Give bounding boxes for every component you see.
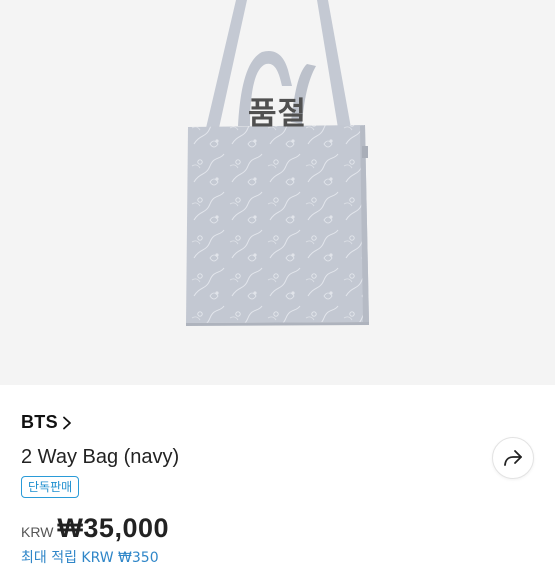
brand-link[interactable]: BTS	[21, 412, 72, 433]
product-title: 2 Way Bag (navy)	[21, 446, 180, 468]
product-price: ₩35,000	[57, 513, 169, 543]
sold-out-overlay: 품절	[247, 96, 308, 132]
price-row: KRW ₩35,000	[21, 513, 169, 544]
tote-bag-image	[186, 0, 369, 326]
chevron-right-icon	[63, 416, 71, 429]
brand-name: BTS	[21, 412, 58, 432]
max-points-text: 최대 적립 KRW ₩350	[21, 550, 159, 566]
share-icon	[504, 450, 522, 466]
currency-label: KRW	[21, 524, 54, 540]
share-button[interactable]	[492, 437, 534, 479]
product-image-area[interactable]: 품절	[0, 0, 555, 385]
exclusive-sale-badge: 단독판매	[21, 476, 80, 498]
